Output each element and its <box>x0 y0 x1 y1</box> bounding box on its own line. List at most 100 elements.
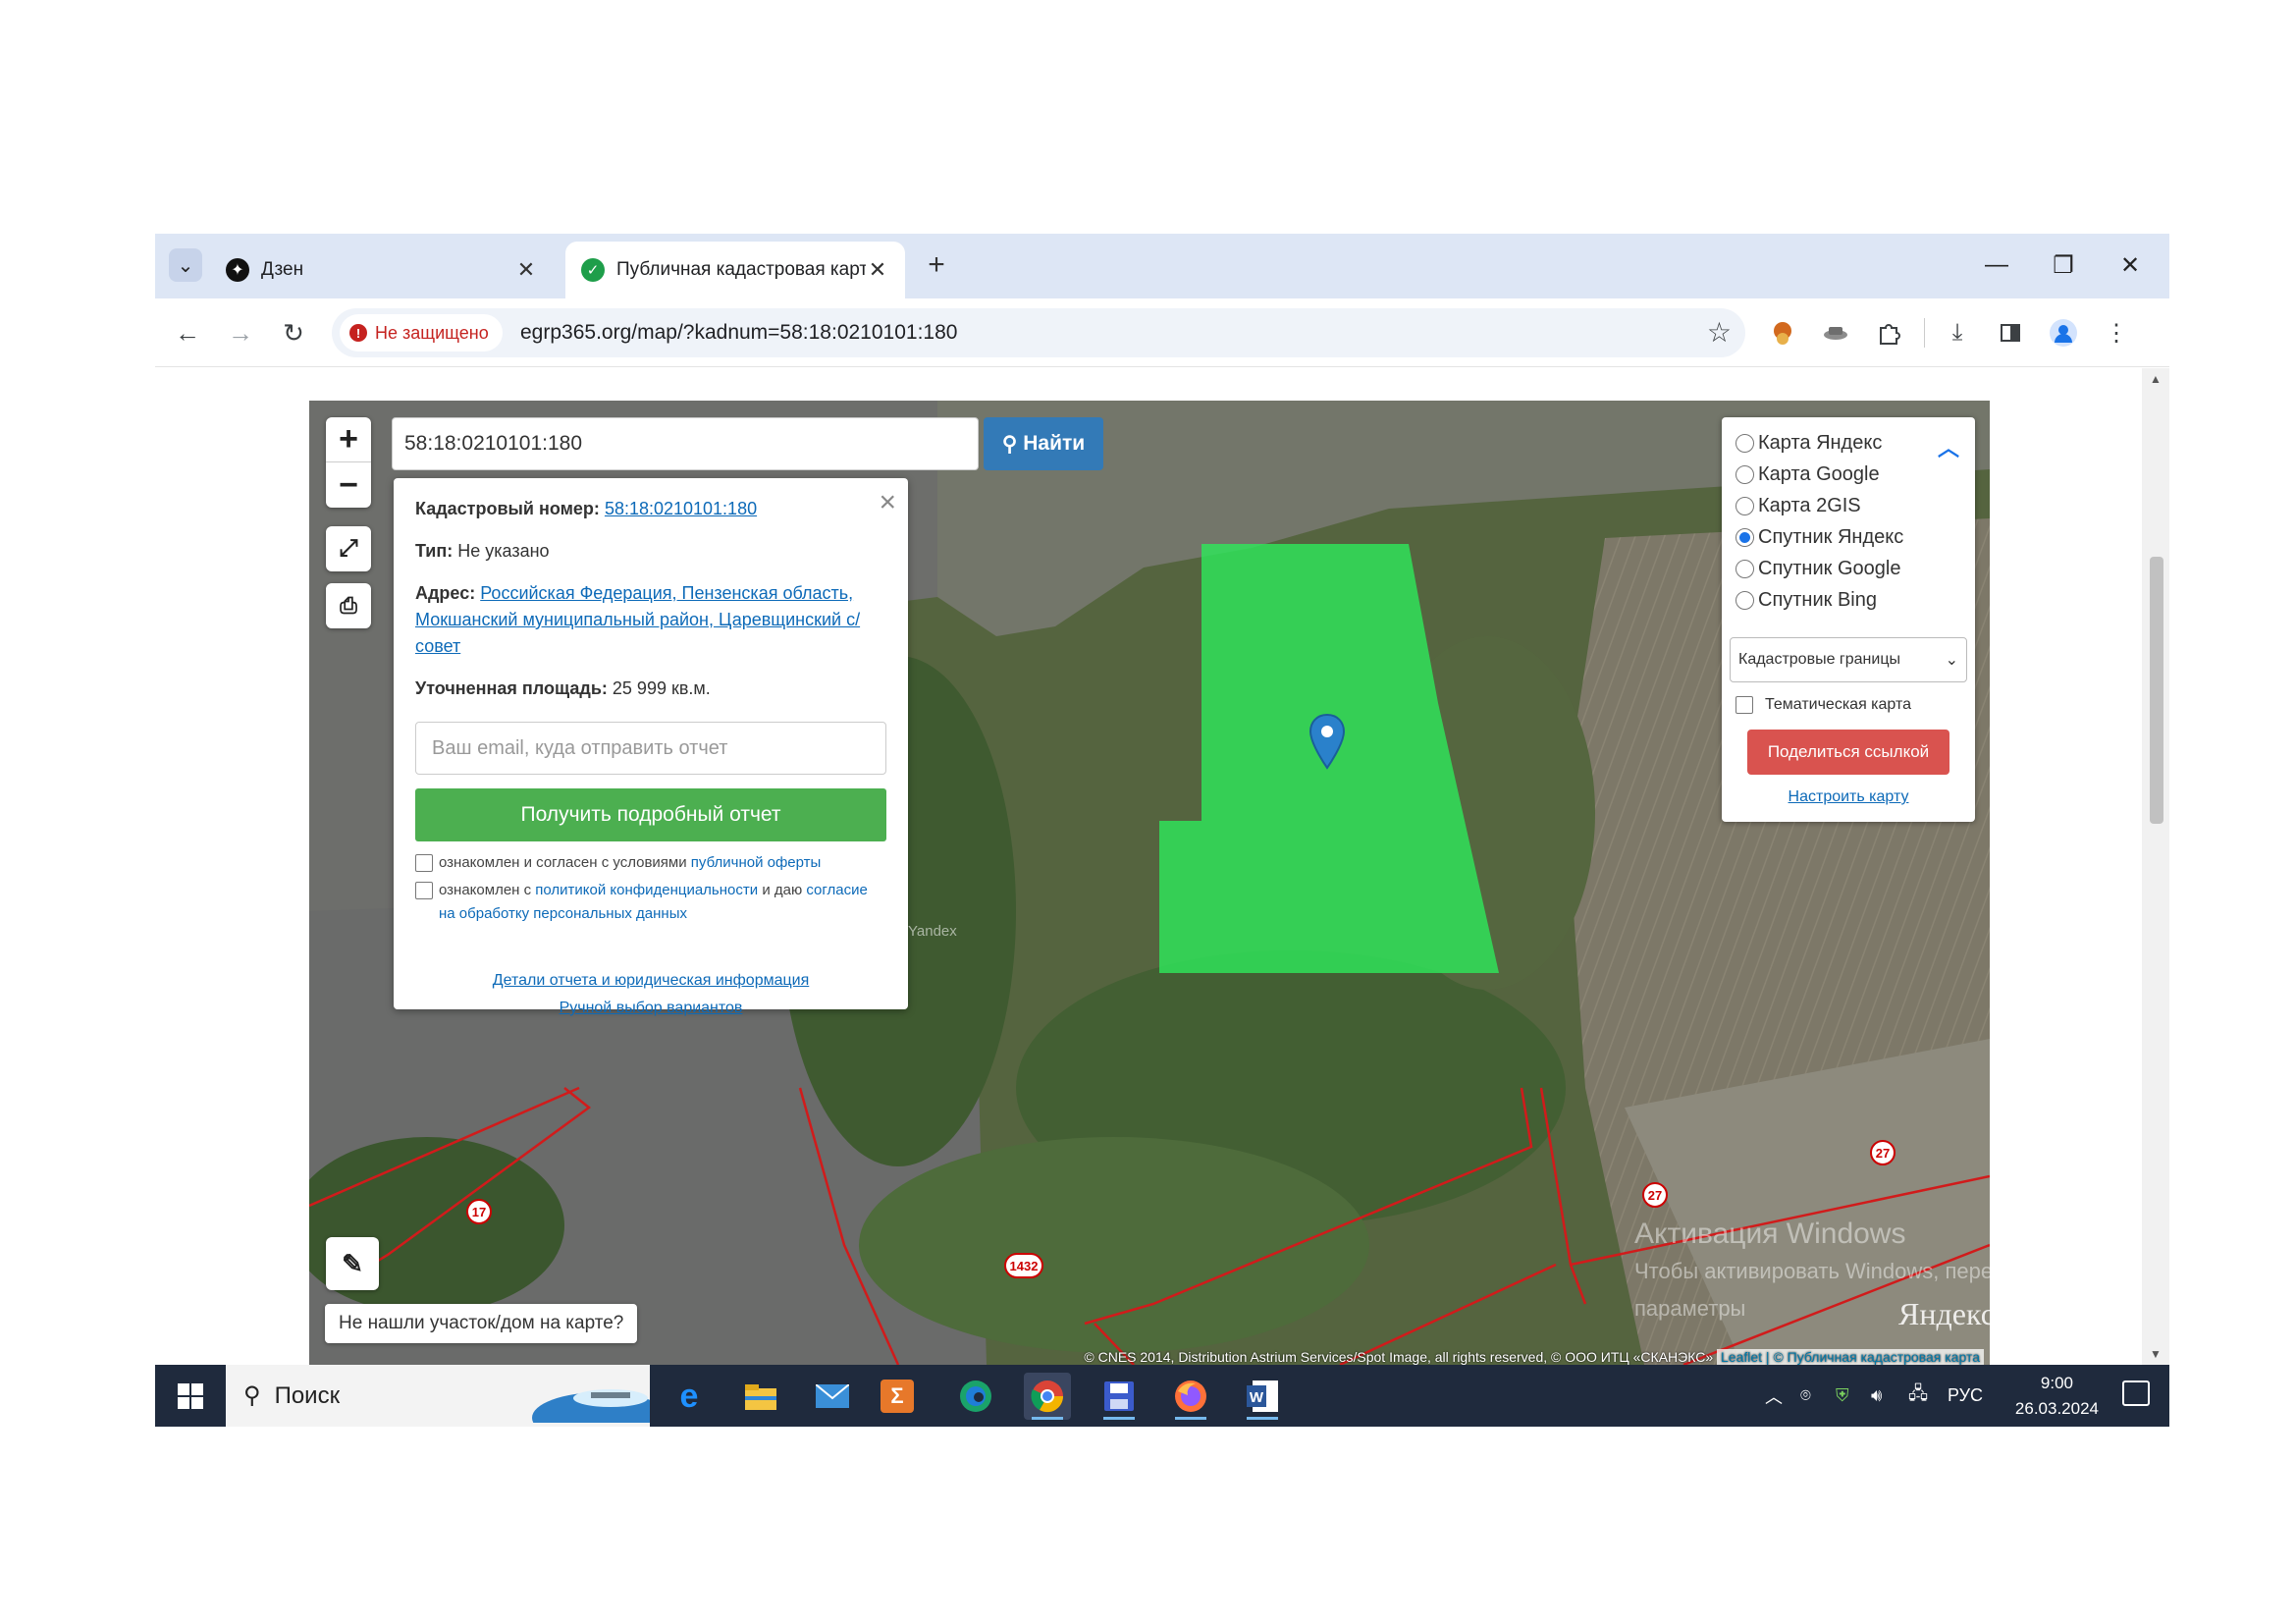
email-input[interactable]: Ваш email, куда отправить отчет <box>415 722 886 775</box>
open-app-indicator <box>1175 1417 1206 1420</box>
type-value: Не указано <box>457 541 550 561</box>
url-text[interactable]: egrp365.org/map/?kadnum=58:18:0210101:18… <box>520 321 957 345</box>
forward-icon[interactable]: → <box>222 314 259 352</box>
pkk-link[interactable]: © Публичная кадастровая карта <box>1773 1349 1980 1365</box>
fullscreen-icon[interactable]: ⤢ <box>326 526 371 571</box>
address-link[interactable]: Российская Федерация, Пензенская область… <box>415 583 860 656</box>
map-marker-icon[interactable] <box>1308 713 1346 770</box>
reload-icon[interactable]: ↻ <box>275 314 312 352</box>
popup-close-icon[interactable]: × <box>879 486 896 519</box>
download-icon[interactable]: ⤓ <box>1940 315 1975 351</box>
firefox-icon[interactable] <box>1167 1373 1214 1420</box>
public-offer-link[interactable]: публичной оферты <box>691 854 822 871</box>
windows-start-icon[interactable] <box>155 1365 226 1427</box>
side-panel-icon[interactable] <box>1993 315 2028 351</box>
zoom-control: + − <box>326 417 371 508</box>
print-icon[interactable]: ⎙ <box>326 583 371 628</box>
radio-button[interactable] <box>1735 559 1754 578</box>
tray-device-icon[interactable]: ⌾ <box>1800 1365 1811 1427</box>
tab-kadastr[interactable]: ✓ Публичная кадастровая карта ✕ <box>565 242 905 298</box>
extension-hat-icon[interactable] <box>1818 315 1853 351</box>
radio-button-selected[interactable] <box>1735 527 1754 547</box>
clock[interactable]: 9:00 26.03.2024 <box>2015 1371 2099 1422</box>
search-icon: ⚲ <box>243 1382 261 1409</box>
new-tab-icon[interactable]: + <box>919 247 954 283</box>
report-details-link[interactable]: Детали отчета и юридическая информация <box>493 972 810 989</box>
overlay-select-value: Кадастровые границы <box>1738 651 1900 668</box>
volume-icon[interactable]: 🔊︎ <box>1871 1365 1882 1427</box>
zoom-in-button[interactable]: + <box>326 417 371 462</box>
consent-privacy-checkbox[interactable] <box>415 882 433 899</box>
share-link-button[interactable]: Поделиться ссылкой <box>1747 730 1949 775</box>
chevron-up-icon[interactable]: ︿ <box>1938 431 1959 462</box>
sigma-app-icon[interactable]: Σ <box>881 1380 914 1413</box>
scroll-down-icon[interactable]: ▼ <box>2149 1347 2163 1361</box>
close-window-icon[interactable]: ✕ <box>2109 244 2152 287</box>
tray-chevron-up-icon[interactable]: ︿ <box>1765 1365 1783 1427</box>
consent-offer-checkbox[interactable] <box>415 854 433 872</box>
type-label: Тип: <box>415 541 454 561</box>
not-found-button[interactable]: Не нашли участок/дом на карте? <box>325 1304 638 1343</box>
restore-icon[interactable]: ❐ <box>2042 244 2085 287</box>
configure-map-link[interactable]: Настроить карту <box>1789 788 1909 805</box>
security-chip[interactable]: ! Не защищено <box>340 314 503 352</box>
scrollbar-thumb[interactable] <box>2150 557 2163 824</box>
layer-option[interactable]: Карта Google <box>1735 459 1961 490</box>
mail-icon[interactable] <box>809 1373 856 1420</box>
back-icon[interactable]: ← <box>169 314 206 352</box>
search-button[interactable]: ⚲ Найти <box>984 417 1103 470</box>
extension-avatar-icon[interactable] <box>1765 315 1800 351</box>
tab-search-chevron-icon[interactable]: ⌄ <box>169 248 202 282</box>
ruler-icon[interactable]: ✎ <box>326 1237 379 1290</box>
thematic-map-row[interactable]: Тематическая карта <box>1735 696 1961 714</box>
layer-option[interactable]: Карта Яндекс <box>1735 427 1961 459</box>
check-shield-icon: ✓ <box>581 258 605 282</box>
save-floppy-icon[interactable] <box>1095 1373 1143 1420</box>
leaflet-link[interactable]: Leaflet <box>1721 1349 1762 1365</box>
profile-avatar-icon[interactable] <box>2046 315 2081 351</box>
layer-option[interactable]: Спутник Google <box>1735 553 1961 584</box>
radio-button[interactable] <box>1735 496 1754 515</box>
word-icon[interactable]: W <box>1239 1373 1286 1420</box>
layer-option[interactable]: Спутник Яндекс <box>1735 521 1961 553</box>
tab-title: Дзен <box>261 259 304 280</box>
minimize-icon[interactable]: — <box>1975 244 2018 287</box>
layer-option[interactable]: Спутник Bing <box>1735 584 1961 616</box>
language-indicator[interactable]: РУС <box>1948 1365 1983 1427</box>
network-icon[interactable]: 🖧︎ <box>1908 1365 1928 1427</box>
edge-icon[interactable] <box>952 1373 999 1420</box>
taskbar-search-box[interactable]: ⚲ Поиск <box>226 1365 650 1427</box>
attribution-text: © CNES 2014, Distribution Astrium Servic… <box>1084 1349 1714 1365</box>
extensions-puzzle-icon[interactable] <box>1871 315 1906 351</box>
tab-close-icon[interactable]: ✕ <box>866 257 889 282</box>
layers-panel: ︿ Карта Яндекс Карта Google Карта 2GIS С… <box>1722 417 1975 822</box>
radio-button[interactable] <box>1735 433 1754 453</box>
menu-kebab-icon[interactable]: ⋮ <box>2099 315 2134 351</box>
chrome-icon[interactable] <box>1024 1373 1071 1420</box>
cadastral-search-input[interactable]: 58:18:0210101:180 <box>392 417 979 470</box>
privacy-policy-link[interactable]: политикой конфиденциальности <box>535 882 758 898</box>
cadastral-label: Кадастровый номер: <box>415 499 600 518</box>
radio-button[interactable] <box>1735 590 1754 610</box>
overlay-select[interactable]: Кадастровые границы ⌄ <box>1730 637 1967 682</box>
tab-close-icon[interactable]: ✕ <box>514 257 538 282</box>
map[interactable]: + − ⤢ ⎙ 58:18:0210101:180 ⚲ Найти × Када… <box>309 401 1990 1365</box>
bookmark-star-icon[interactable]: ☆ <box>1707 316 1732 349</box>
zoom-out-button[interactable]: − <box>326 462 371 508</box>
file-explorer-icon[interactable] <box>737 1373 784 1420</box>
internet-explorer-icon[interactable]: e <box>666 1373 713 1420</box>
notifications-icon[interactable] <box>2122 1380 2150 1406</box>
consent-privacy-text2: и даю <box>762 882 803 898</box>
address-bar[interactable]: ! Не защищено egrp365.org/map/?kadnum=58… <box>332 308 1745 357</box>
layer-option[interactable]: Карта 2GIS <box>1735 490 1961 521</box>
manual-selection-link[interactable]: Ручной выбор вариантов <box>560 1000 743 1016</box>
get-report-button[interactable]: Получить подробный отчет <box>415 788 886 841</box>
scroll-up-icon[interactable]: ▲ <box>2149 372 2163 386</box>
thematic-map-checkbox[interactable] <box>1735 696 1753 714</box>
cadastral-number-link[interactable]: 58:18:0210101:180 <box>605 499 757 518</box>
tab-dzen[interactable]: ✦ Дзен ✕ <box>210 242 554 298</box>
tray-antivirus-icon[interactable]: ⛨ <box>1836 1365 1849 1427</box>
radio-button[interactable] <box>1735 464 1754 484</box>
page-scrollbar[interactable]: ▲ ▼ <box>2142 368 2169 1365</box>
activation-line: Активация Windows <box>1634 1218 1906 1250</box>
